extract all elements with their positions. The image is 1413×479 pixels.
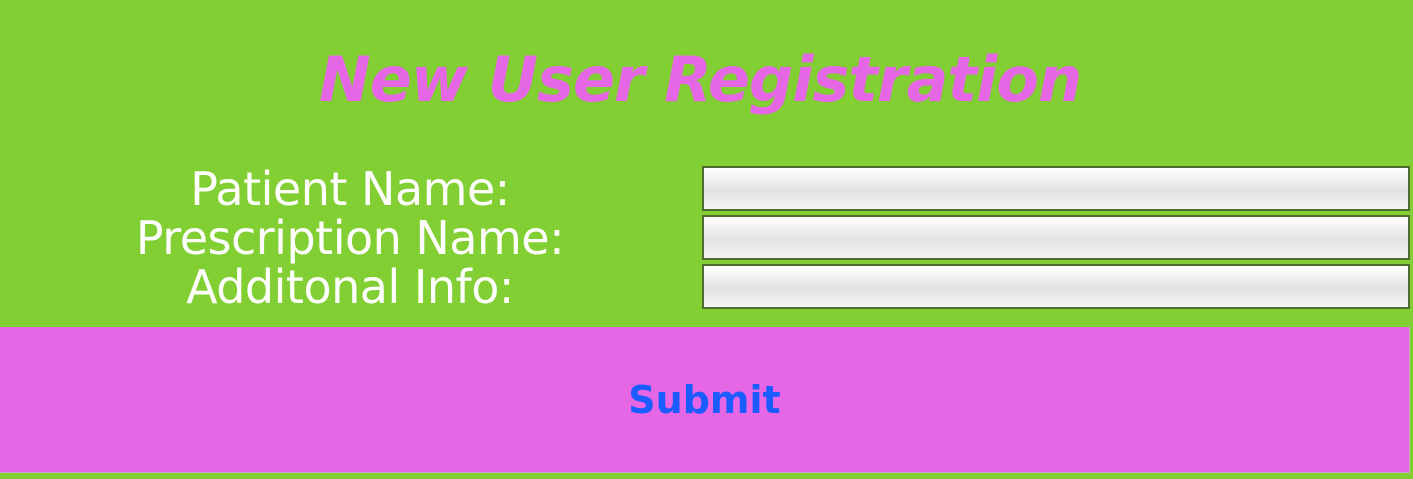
page-title: New User Registration <box>318 43 1082 116</box>
registration-screen: New User Registration Patient Name: Pres… <box>0 0 1413 479</box>
prescription-name-label: Prescription Name: <box>135 211 565 265</box>
additional-info-label: Additonal Info: <box>186 260 514 314</box>
patient-name-input[interactable] <box>702 166 1410 211</box>
patient-name-label: Patient Name: <box>190 162 510 216</box>
prescription-name-input[interactable] <box>702 215 1410 260</box>
additional-info-input[interactable] <box>702 264 1410 309</box>
submit-button[interactable]: Submit <box>0 327 1410 473</box>
